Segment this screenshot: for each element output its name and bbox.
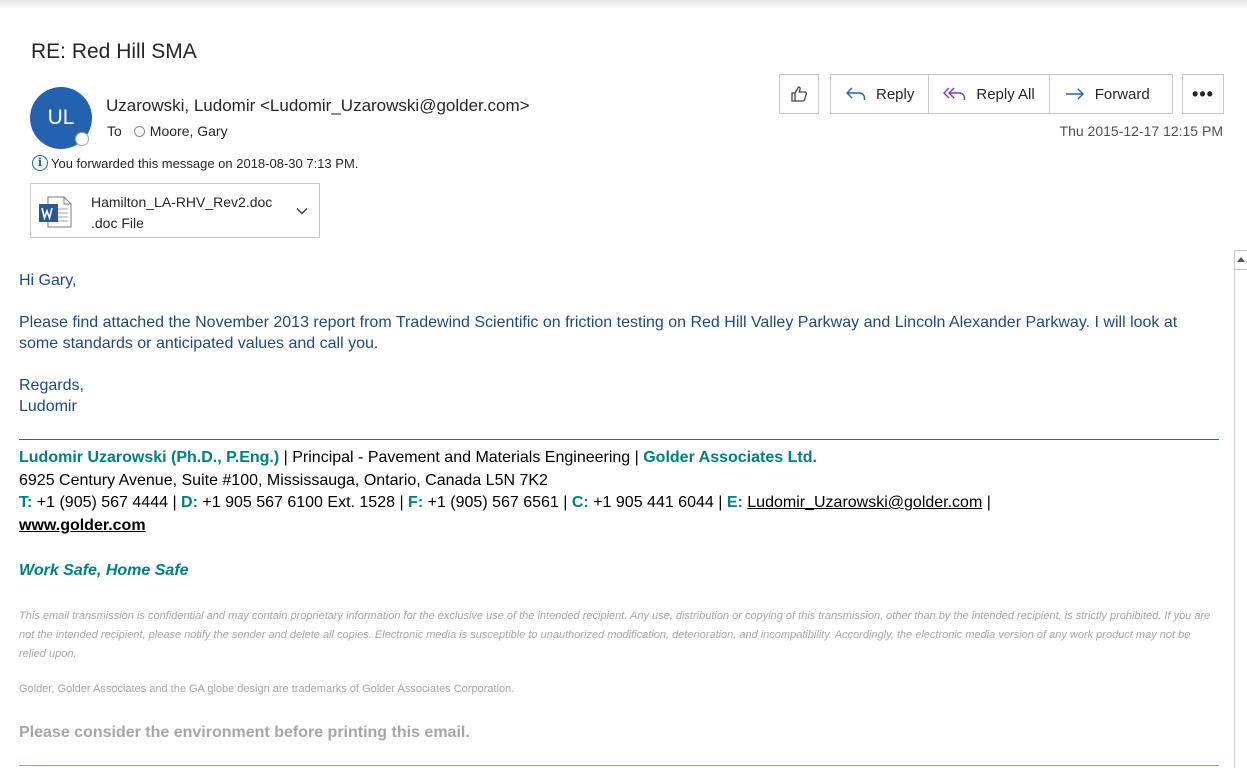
thumbs-up-icon: [791, 86, 808, 102]
scroll-up-button[interactable]: [1234, 250, 1247, 270]
closing: Regards,: [19, 377, 84, 394]
direct-value: +1 905 567 6100 Ext. 1528 |: [197, 494, 409, 511]
like-button[interactable]: [779, 74, 819, 114]
email-subject: RE: Red Hill SMA: [31, 40, 197, 63]
top-edge: [0, 0, 1247, 9]
sent-datetime: Thu 2015-12-17 12:15 PM: [1059, 123, 1223, 139]
signature-block: Ludomir Uzarowski (Ph.D., P.Eng.) | Prin…: [19, 447, 1219, 537]
signature-company: Golder Associates Ltd.: [643, 449, 817, 466]
forwarded-note-text: You forwarded this message on 2018-08-30…: [51, 155, 359, 171]
response-button-group: Reply Reply All Forward: [830, 74, 1173, 114]
forward-button[interactable]: Forward: [1048, 75, 1164, 113]
info-icon: i: [32, 155, 48, 171]
attachment-filetype: .doc File: [91, 215, 144, 231]
attachment-card[interactable]: Hamilton_LA-RHV_Rev2.doc .doc File: [30, 183, 320, 238]
reply-all-icon: [943, 87, 966, 100]
fax-value: +1 (905) 567 6561 |: [423, 494, 572, 511]
forward-arrow-icon: [1065, 88, 1084, 100]
message-body: Hi Gary, Please find attached the Novemb…: [19, 270, 1219, 417]
word-doc-icon: [39, 196, 72, 228]
environment-notice: Please consider the environment before p…: [19, 724, 470, 741]
attachment-filename: Hamilton_LA-RHV_Rev2.doc: [91, 194, 273, 210]
recipient-name[interactable]: Moore, Gary: [150, 123, 228, 139]
contact-separator: |: [982, 494, 991, 511]
reply-all-button[interactable]: Reply All: [928, 75, 1048, 113]
recipient-presence-icon: [133, 125, 145, 137]
more-actions-button[interactable]: •••: [1182, 74, 1224, 114]
sender-name[interactable]: Uzarowski, Ludomir <Ludomir_Uzarowski@go…: [106, 96, 530, 116]
vertical-scrollbar[interactable]: [1234, 270, 1247, 768]
signature-title-line: Ludomir Uzarowski (Ph.D., P.Eng.) | Prin…: [19, 447, 1219, 470]
forwarded-info-bar: i You forwarded this message on 2018-08-…: [32, 155, 358, 171]
reply-icon: [846, 87, 866, 100]
presence-status-icon: [75, 132, 89, 146]
greeting: Hi Gary,: [19, 272, 77, 289]
phone-label: T:: [19, 494, 33, 511]
signature-divider: [19, 439, 1219, 440]
email-label: E:: [726, 494, 743, 511]
reply-button[interactable]: Reply: [831, 75, 928, 113]
trademark-notice: Golder, Golder Associates and the GA glo…: [19, 683, 515, 695]
avatar-initials: UL: [47, 106, 75, 129]
cell-label: C:: [571, 494, 589, 511]
reply-label: Reply: [876, 85, 915, 103]
more-icon: •••: [1192, 83, 1214, 104]
reply-all-label: Reply All: [976, 85, 1035, 103]
forward-label: Forward: [1094, 85, 1150, 103]
chevron-down-icon[interactable]: [295, 204, 309, 218]
signature-address: 6925 Century Avenue, Suite #100, Mississ…: [19, 471, 548, 489]
recipients-row: To Moore, Gary: [107, 123, 228, 139]
signature-title: | Principal - Pavement and Materials Eng…: [279, 449, 644, 466]
email-link[interactable]: Ludomir_Uzarowski@golder.com: [747, 494, 982, 511]
confidentiality-disclaimer: This email transmission is confidential …: [19, 610, 1211, 660]
phone-value: +1 (905) 567 4444 |: [32, 494, 182, 511]
signoff-name: Ludomir: [19, 398, 77, 415]
footer-divider: [19, 765, 1219, 766]
signature-motto: Work Safe, Home Safe: [19, 562, 189, 579]
body-paragraph: Please find attached the November 2013 r…: [19, 314, 1178, 352]
scroll-up-arrow-icon: [1237, 257, 1245, 262]
signature-contacts: T: +1 (905) 567 4444 | D: +1 905 567 610…: [19, 492, 1219, 515]
cell-value: +1 905 441 6044 |: [588, 494, 727, 511]
fax-label: F:: [408, 494, 424, 511]
direct-label: D:: [181, 494, 198, 511]
website-link[interactable]: www.golder.com: [19, 517, 146, 534]
signature-name: Ludomir Uzarowski (Ph.D., P.Eng.): [19, 449, 280, 466]
to-label: To: [107, 123, 122, 139]
